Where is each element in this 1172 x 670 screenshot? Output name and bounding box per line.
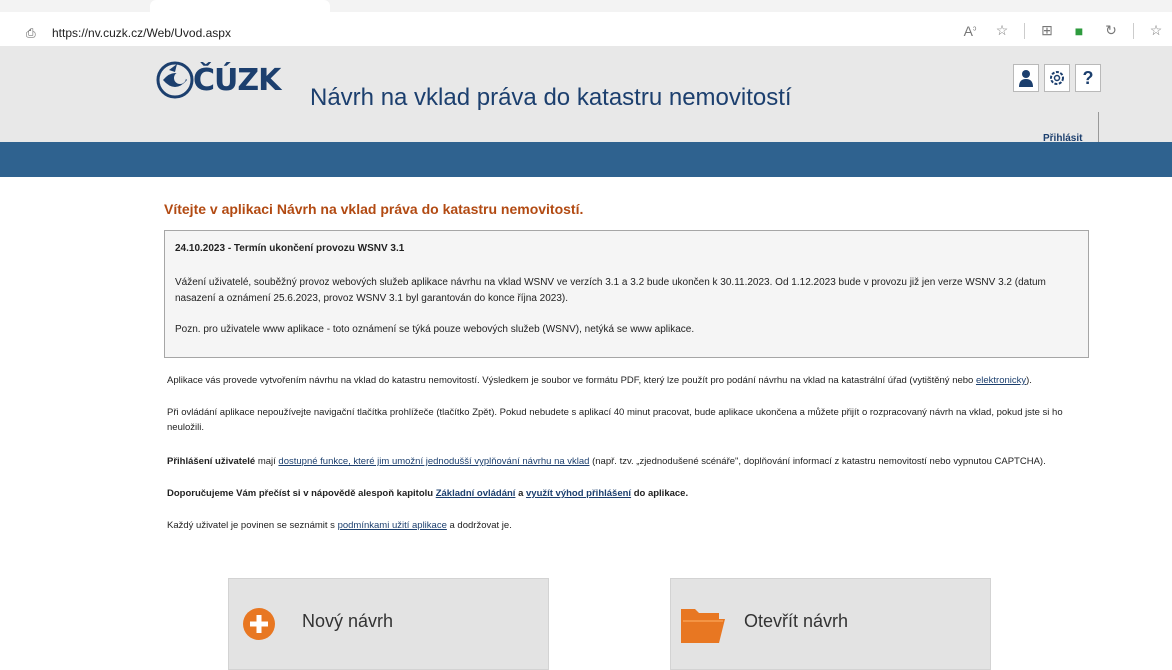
terms-end: a dodržovat je. [446, 520, 512, 531]
folder-open-icon [681, 609, 725, 643]
user-button[interactable] [1013, 64, 1039, 92]
notice-body: Vážení uživatelé, souběžný provoz webový… [175, 277, 1046, 304]
open-proposal-button[interactable]: Otevřít návrh [670, 578, 991, 670]
extension-green-icon[interactable]: ■ [1069, 23, 1089, 39]
new-proposal-button[interactable]: Nový návrh [228, 578, 549, 670]
recommendation-paragraph: Doporučujeme Vám přečíst si v nápovědě a… [167, 486, 1087, 501]
intro-end: ). [1026, 375, 1032, 386]
browser-actions: Aↄ ☆ ⊞ ■ ↻ ☆ [960, 22, 1166, 39]
available-functions-link[interactable]: dostupné funkce, které jim umožní jednod… [278, 456, 589, 467]
plus-circle-icon [243, 608, 275, 640]
address-bar[interactable]: https://nv.cuzk.cz/Web/Uvod.aspx [52, 26, 231, 40]
basic-controls-link[interactable]: Základní ovládání [436, 488, 516, 499]
login-info-bold: Přihlášení uživatelé [167, 456, 256, 467]
browser-tab[interactable] [150, 0, 330, 12]
browser-toolbar: ⎙ https://nv.cuzk.cz/Web/Uvod.aspx Aↄ ☆ … [0, 0, 1172, 47]
cuzk-logo[interactable]: ČÚZK [155, 60, 281, 100]
electronic-link[interactable]: elektronicky [976, 375, 1026, 386]
recommendation-text: Doporučujeme Vám přečíst si v nápovědě a… [167, 488, 436, 499]
intro-text: Aplikace vás provede vytvořením návrhu n… [167, 375, 976, 386]
new-proposal-label: Nový návrh [302, 611, 394, 631]
user-icon [1019, 70, 1033, 87]
login-divider [1098, 112, 1099, 142]
cuzk-emblem-icon [156, 61, 194, 99]
page-info-icon[interactable]: ⎙ [26, 26, 36, 41]
favorite-star-icon[interactable]: ☆ [992, 22, 1012, 39]
recommendation-end: do aplikace. [631, 488, 689, 499]
header-icon-group: ? [1013, 64, 1101, 92]
recommendation-and: a [515, 488, 526, 499]
welcome-heading: Vítejte v aplikaci Návrh na vklad práva … [164, 201, 584, 217]
intro-paragraph: Aplikace vás provede vytvořením návrhu n… [167, 373, 1087, 388]
app-header: ČÚZK Návrh na vklad práva do katastru ne… [0, 46, 1172, 144]
help-button[interactable]: ? [1075, 64, 1101, 92]
favorites-icon[interactable]: ☆ [1146, 22, 1166, 39]
logo-text: ČÚZK [193, 62, 281, 98]
extension-icon[interactable]: ⊞ [1037, 22, 1057, 39]
login-info-paragraph: Přihlášení uživatelé mají dostupné funkc… [167, 454, 1087, 469]
terms-link[interactable]: podmínkami užití aplikace [338, 520, 447, 531]
navigation-warning: Při ovládání aplikace nepoužívejte navig… [167, 407, 1063, 433]
settings-button[interactable] [1044, 64, 1070, 92]
help-icon: ? [1082, 67, 1094, 88]
login-benefits-link[interactable]: využít výhod přihlášení [526, 488, 631, 499]
terms-paragraph: Každý uživatel je povinen se seznámit s … [167, 518, 1087, 533]
notice-box: 24.10.2023 - Termín ukončení provozu WSN… [164, 230, 1089, 358]
login-info-mid: mají [255, 456, 279, 467]
read-aloud-icon[interactable]: Aↄ [960, 23, 980, 39]
refresh-extension-icon[interactable]: ↻ [1101, 22, 1121, 39]
nav-band [0, 142, 1172, 177]
notice-title: 24.10.2023 - Termín ukončení provozu WSN… [175, 243, 405, 254]
gear-icon [1050, 71, 1064, 85]
open-proposal-label: Otevřít návrh [744, 611, 849, 631]
login-info-end: (např. tzv. „zjednodušené scénáře", dopl… [589, 456, 1046, 467]
app-title: Návrh na vklad práva do katastru nemovit… [310, 84, 792, 111]
toolbar-divider-2 [1133, 22, 1134, 39]
terms-text: Každý uživatel je povinen se seznámit s [167, 520, 338, 531]
toolbar-divider [1024, 22, 1025, 39]
notice-note: Pozn. pro uživatele www aplikace - toto … [175, 324, 695, 335]
